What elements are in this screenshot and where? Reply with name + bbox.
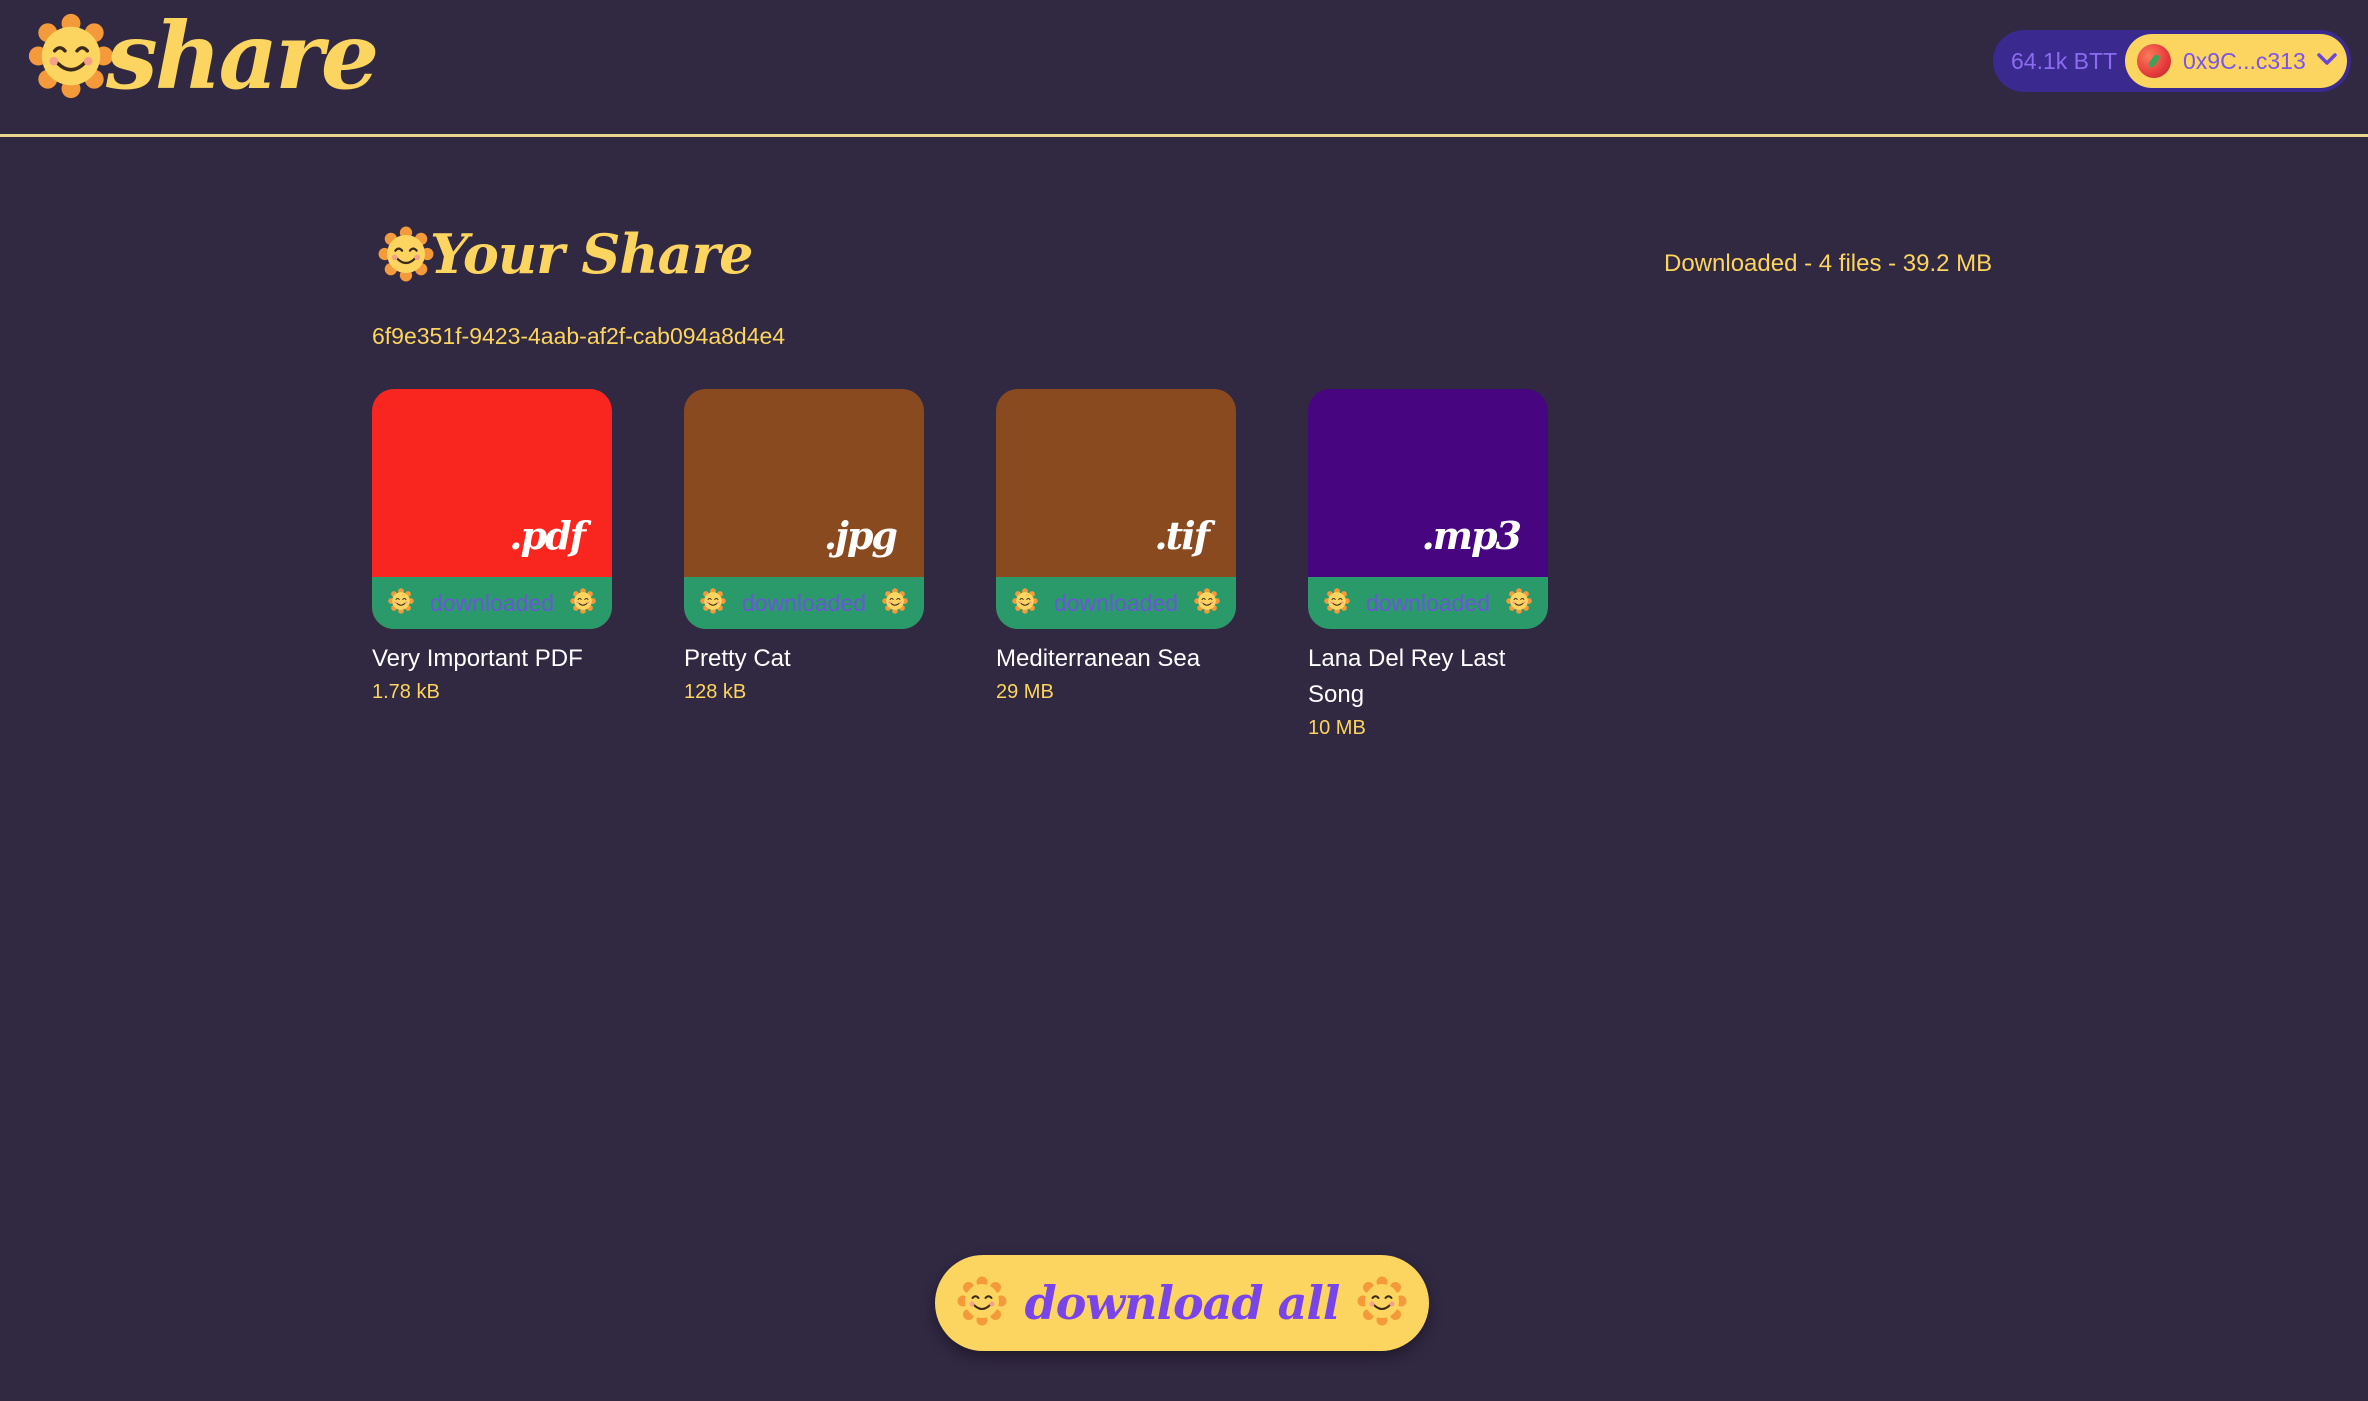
account-avatar: [2137, 44, 2171, 78]
account-address: 0x9C...c313: [2183, 47, 2306, 74]
smiling-sun-icon: [1193, 587, 1221, 619]
file-size: 1.78 kB: [372, 681, 440, 703]
file-size: 29 MB: [996, 681, 1054, 703]
page-title-text: Your Share: [430, 222, 753, 286]
share-id: 6f9e351f-9423-4aab-af2f-cab094a8d4e4: [372, 323, 786, 349]
brand-name: share: [106, 2, 379, 110]
smiling-sun-icon: [28, 13, 114, 99]
file-size: 10 MB: [1308, 717, 1366, 739]
file-extension: .pdf: [509, 513, 586, 558]
wallet-widget: 64.1k BTT 0x9C...c313: [1993, 30, 2351, 92]
smiling-sun-icon: [1505, 587, 1533, 619]
smiling-sun-icon: [699, 587, 727, 619]
smiling-sun-icon: [881, 587, 909, 619]
file-card[interactable]: .mp3 downloaded Lana Del Rey Last Song 1…: [1308, 389, 1548, 740]
account-dropdown[interactable]: 0x9C...c313: [2125, 34, 2347, 88]
smiling-sun-icon: [1323, 587, 1351, 619]
file-tile[interactable]: .tif downloaded: [996, 389, 1236, 629]
logo[interactable]: share: [28, 2, 379, 110]
download-status-label: downloaded: [1365, 589, 1491, 616]
file-name: Lana Del Rey Last Song: [1308, 645, 1506, 708]
smiling-sun-icon: [387, 587, 415, 619]
download-all-button[interactable]: download all: [935, 1255, 1429, 1351]
file-tile[interactable]: .mp3 downloaded: [1308, 389, 1548, 629]
file-size: 128 kB: [684, 681, 747, 703]
wallet-balance: 64.1k BTT: [2011, 47, 2118, 74]
download-status: Downloaded - 4 files - 39.2 MB: [1664, 250, 1993, 277]
file-card[interactable]: .tif downloaded Mediterranean Sea 29 MB: [996, 389, 1236, 704]
download-status-bar: downloaded: [996, 577, 1236, 629]
file-extension: .tif: [1154, 513, 1210, 558]
download-status-label: downloaded: [741, 589, 867, 616]
page-title: Your Share: [378, 222, 753, 286]
download-all-label: download all: [1024, 1276, 1341, 1330]
file-extension: .jpg: [823, 513, 898, 558]
smiling-sun-icon: [378, 226, 434, 282]
file-card[interactable]: .pdf downloaded Very Important PDF 1.78 …: [372, 389, 612, 704]
chevron-down-icon: [2316, 52, 2338, 71]
file-tile[interactable]: .pdf downloaded: [372, 389, 612, 629]
file-card[interactable]: .jpg downloaded Pretty Cat 128 kB: [684, 389, 924, 704]
smiling-sun-icon: [956, 1275, 1008, 1331]
download-status-bar: downloaded: [372, 577, 612, 629]
file-tile[interactable]: .jpg downloaded: [684, 389, 924, 629]
file-name: Mediterranean Sea: [996, 645, 1201, 672]
download-status-bar: downloaded: [1308, 577, 1548, 629]
file-extension: .mp3: [1421, 513, 1522, 558]
smiling-sun-icon: [569, 587, 597, 619]
smiling-sun-icon: [1356, 1275, 1408, 1331]
top-bar: share 64.1k BTT 0x9C...c313: [0, 0, 2368, 137]
download-status-label: downloaded: [429, 589, 555, 616]
download-status-bar: downloaded: [684, 577, 924, 629]
smiling-sun-icon: [1011, 587, 1039, 619]
download-status-label: downloaded: [1053, 589, 1179, 616]
file-name: Very Important PDF: [372, 645, 583, 672]
file-name: Pretty Cat: [684, 645, 791, 672]
